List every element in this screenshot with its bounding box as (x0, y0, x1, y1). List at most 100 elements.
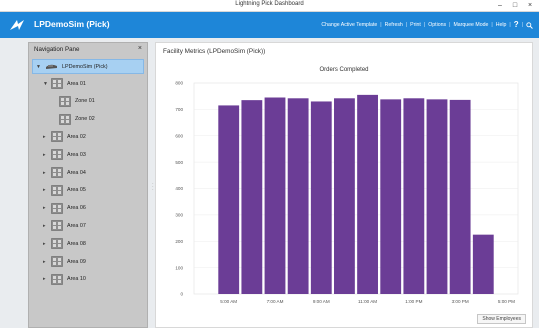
y-tick-label: 400 (175, 186, 183, 191)
bar (472, 234, 494, 294)
bar (380, 99, 402, 294)
tree-item-label: Area 05 (67, 187, 86, 194)
area-icon (51, 273, 63, 285)
x-tick-label: 9:00 AM (313, 299, 330, 304)
y-tick-label: 800 (175, 81, 183, 86)
bar (264, 97, 286, 294)
chart-title: Orders Completed (319, 67, 369, 73)
tree-item-area[interactable]: ▸ Area 02 (43, 129, 86, 144)
bar (449, 99, 471, 294)
tree-item-label: Area 02 (67, 133, 86, 140)
tree-item-label: Area 10 (67, 276, 86, 283)
bar (403, 98, 425, 294)
x-tick-label: 5:00 AM (220, 299, 237, 304)
tree-item-label: Area 03 (67, 151, 86, 158)
tree-item-label: Area 01 (67, 80, 86, 87)
lightning-logo-icon (10, 20, 24, 30)
area-icon (51, 256, 63, 267)
tree-item-label: Zone 01 (75, 98, 95, 105)
tree-item-root[interactable]: ▼ LPDemoSim (Pick) (36, 59, 108, 74)
tree-item-area[interactable]: ▸ Area 09 (43, 254, 86, 269)
chevron-right-icon[interactable]: ▸ (43, 276, 51, 282)
bar (218, 105, 240, 294)
area-icon (51, 202, 63, 214)
area-icon (51, 184, 63, 196)
print-link[interactable]: Print (410, 22, 421, 28)
app-window: Lightning Pick Dashboard – □ × LPDemoSim… (0, 0, 539, 328)
header-toolbar: Change Active Template | Refresh | Print… (321, 21, 533, 29)
splitter-grip-icon: · · · (152, 181, 154, 193)
x-tick-label: 7:00 AM (267, 299, 284, 304)
show-employees-button[interactable]: Show Employees (477, 314, 526, 324)
tree-item-label: Area 09 (67, 258, 86, 265)
x-tick-label: 5:00 PM (498, 299, 515, 304)
tree-item-area[interactable]: ▼ Area 01 (43, 76, 86, 91)
x-tick-label: 3:00 PM (452, 299, 469, 304)
y-tick-label: 500 (175, 160, 183, 165)
zone-icon (59, 113, 71, 125)
tree-item-area[interactable]: ▸ Area 07 (43, 218, 86, 233)
tree-item-area[interactable]: ▸ Area 08 (43, 236, 86, 251)
tree-item-area[interactable]: ▸ Area 03 (43, 147, 86, 162)
area-icon (51, 167, 63, 178)
bar (426, 99, 448, 294)
close-pane-icon[interactable]: × (138, 45, 142, 52)
y-tick-label: 100 (175, 265, 183, 270)
y-tick-label: 300 (175, 213, 183, 218)
tree-item-area[interactable]: ▸ Area 06 (43, 201, 86, 216)
close-window-button[interactable]: × (523, 0, 537, 12)
chevron-right-icon[interactable]: ▸ (43, 205, 51, 211)
tree-item-zone[interactable]: Zone 01 (59, 94, 95, 109)
y-tick-label: 700 (175, 107, 183, 112)
marquee-mode-link[interactable]: Marquee Mode (453, 22, 488, 28)
area-icon (51, 220, 63, 232)
help-icon[interactable]: ? (514, 21, 519, 29)
tree-item-label: LPDemoSim (Pick) (62, 63, 108, 70)
chevron-down-icon[interactable]: ▼ (43, 81, 51, 87)
tree-item-label: Area 08 (67, 240, 86, 247)
area-icon (51, 149, 63, 160)
y-tick-label: 200 (175, 239, 183, 244)
refresh-link[interactable]: Refresh (385, 22, 403, 28)
tree-item-area[interactable]: ▸ Area 04 (43, 165, 86, 180)
tree-item-label: Zone 02 (75, 116, 95, 123)
area-icon (51, 131, 63, 143)
chevron-right-icon[interactable]: ▸ (43, 152, 51, 158)
options-link[interactable]: Options (428, 22, 446, 28)
bar (357, 94, 378, 295)
area-icon (51, 238, 63, 249)
bar (287, 98, 309, 294)
orders-completed-chart: 0 100 200 300 400 500 600 700 800 5:00 AM 7:00 AM 9… (175, 81, 519, 304)
zone-icon (59, 95, 71, 107)
x-tick-label: 1:00 PM (405, 299, 422, 304)
minimize-button[interactable]: – (493, 0, 507, 12)
tree-item-area[interactable]: ▸ Area 10 (43, 272, 86, 287)
facility-metrics-panel: Facility Metrics (LPDemoSim (Pick)) 0 100… (155, 42, 533, 328)
maximize-button[interactable]: □ (508, 0, 522, 12)
chevron-right-icon[interactable]: ▸ (43, 134, 51, 140)
tree-item-zone[interactable]: Zone 02 (59, 112, 95, 127)
chevron-right-icon[interactable]: ▸ (43, 223, 51, 229)
app-title: LPDemoSim (Pick) (34, 19, 110, 29)
navigation-pane: Navigation Pane × ▼ LPDemoSim (Pick) ▼ Ar… (28, 42, 148, 328)
help-link[interactable]: Help (496, 22, 507, 28)
tree-item-label: Area 07 (67, 222, 86, 229)
bar (310, 101, 332, 295)
bar (334, 98, 355, 294)
change-active-template-link[interactable]: Change Active Template (321, 22, 377, 28)
navigation-pane-title: Navigation Pane (34, 46, 80, 53)
chevron-right-icon[interactable]: ▸ (43, 187, 51, 193)
window-titlebar: Lightning Pick Dashboard – □ × (0, 0, 539, 12)
chevron-down-icon[interactable]: ▼ (36, 64, 44, 70)
truck-icon (46, 64, 57, 69)
chevron-right-icon[interactable]: ▸ (43, 170, 51, 176)
tree-item-area[interactable]: ▸ Area 05 (43, 183, 86, 198)
bar (241, 100, 263, 294)
y-tick-label: 600 (175, 133, 183, 138)
x-tick-label: 11:00 AM (358, 299, 377, 304)
chevron-right-icon[interactable]: ▸ (43, 259, 51, 265)
tree-item-label: Area 04 (67, 169, 86, 176)
chevron-right-icon[interactable]: ▸ (43, 241, 51, 247)
window-title: Lightning Pick Dashboard (235, 1, 304, 7)
search-icon[interactable] (526, 21, 533, 29)
